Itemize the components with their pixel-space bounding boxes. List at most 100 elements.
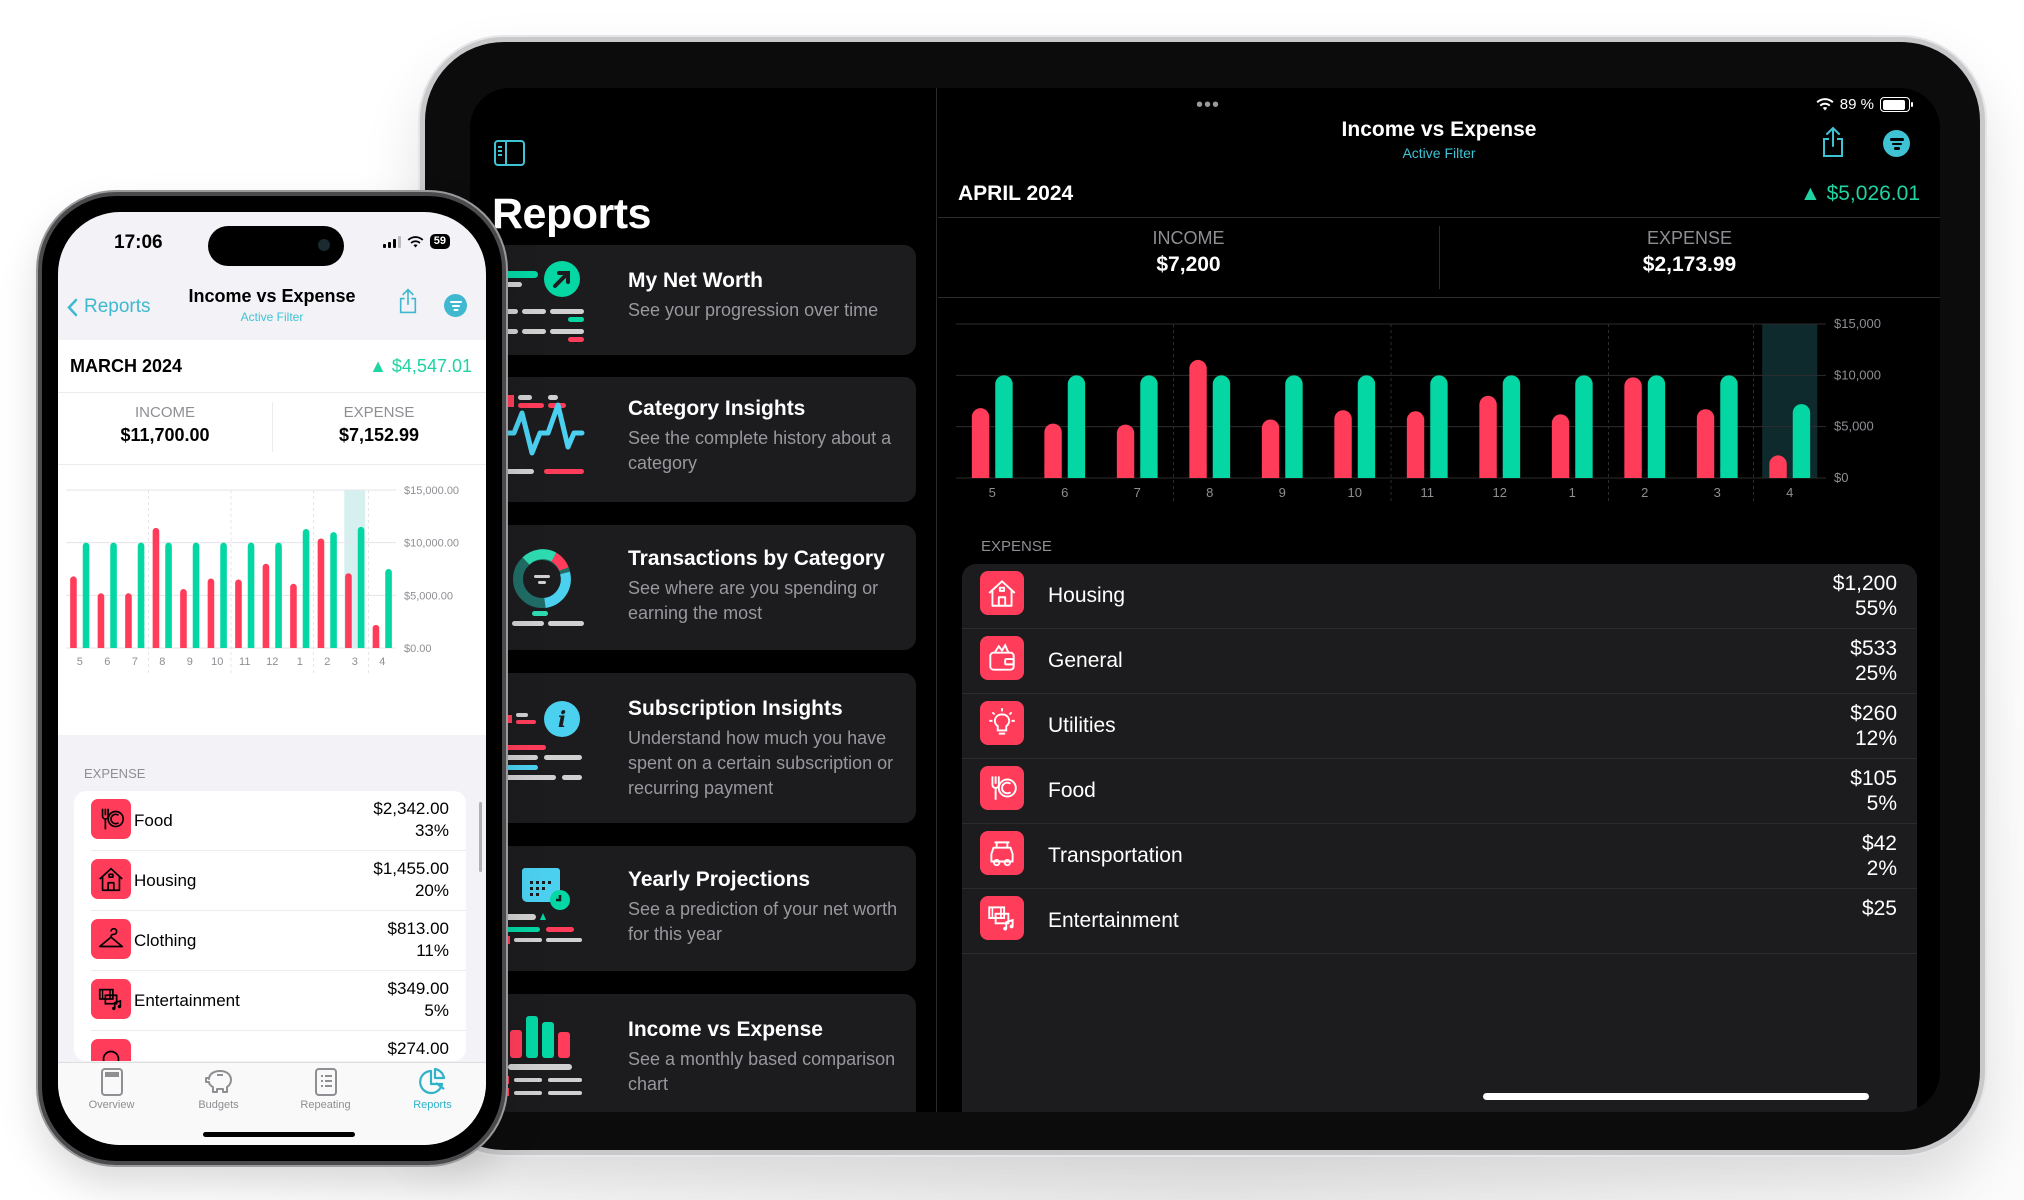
tab-reports[interactable]: Reports (379, 1067, 486, 1111)
expense-bar (1189, 359, 1207, 478)
expense-bar-base (1116, 469, 1135, 478)
x-tick-label: 7 (132, 656, 138, 668)
home-indicator (1483, 1093, 1869, 1100)
income-value: $11,700.00 (120, 425, 210, 445)
income-bar (1575, 375, 1593, 478)
expense-row-clothing[interactable]: Clothing $813.00 11% (74, 911, 466, 971)
expense-bar-base (1406, 469, 1425, 478)
month-label: MARCH 2024 (70, 356, 183, 376)
fork-plate-icon (101, 808, 125, 830)
category-amount: $105 (1850, 767, 1897, 790)
expense-bar-base (345, 644, 352, 648)
net-worth-illustration (504, 261, 584, 342)
report-card-yearly-projections[interactable]: Yearly Projections See a prediction of y… (494, 846, 916, 971)
expense-bar-base (1551, 469, 1570, 478)
x-tick-label: 11 (239, 656, 250, 668)
overview-icon (100, 1068, 123, 1096)
category-icon-tile (980, 571, 1024, 615)
navigation-bar: Reports Income vs Expense Active Filter (58, 274, 486, 340)
tab-budgets[interactable]: Budgets (165, 1067, 272, 1111)
report-card-category-insights[interactable]: Category Insights See the complete histo… (494, 377, 916, 502)
expense-row-entertainment[interactable]: Entertainment $349.00 5% (74, 971, 466, 1031)
sidebar-toggle-icon[interactable] (494, 140, 525, 166)
income-bar (1430, 375, 1448, 478)
tab-label: Budgets (198, 1099, 239, 1111)
expense-list: Food $2,342.00 33% Housing $1,455.00 20%… (74, 791, 466, 1061)
tab-label: Repeating (300, 1099, 351, 1111)
category-name: Housing (1048, 584, 1126, 607)
x-tick-label: 2 (1641, 485, 1648, 500)
expense-bar (1406, 411, 1425, 478)
expense-section-label: EXPENSE (84, 766, 146, 781)
expense-bar (971, 408, 990, 478)
report-card-net-worth[interactable]: My Net Worth See your progression over t… (494, 245, 916, 355)
expense-row-transportation[interactable]: Transportation $42 2% (962, 824, 1917, 889)
report-description: See where are you spending or earning th… (628, 578, 879, 623)
income-bar-base (165, 644, 172, 648)
income-bar (1647, 375, 1666, 478)
x-tick-label: 5 (989, 485, 996, 500)
expense-section-label: EXPENSE (981, 538, 1052, 555)
income-bar-base (1575, 469, 1593, 478)
category-name: Transportation (1048, 844, 1183, 867)
category-amount: $42 (1861, 832, 1897, 855)
tab-overview[interactable]: Overview (58, 1067, 165, 1111)
expense-value: $2,173.99 (1642, 253, 1737, 276)
tab-label: Reports (413, 1099, 452, 1111)
income-bar-base (330, 644, 337, 648)
expense-row-housing[interactable]: Housing $1,200 55% (962, 564, 1917, 629)
report-card-subscription-insights[interactable]: i Subscription Insights Understand how m… (494, 673, 916, 823)
expense-row-utilities[interactable]: Utilities $260 12% (962, 694, 1917, 759)
share-icon[interactable] (1821, 126, 1845, 158)
expense-bar (1479, 395, 1497, 478)
svg-text:i: i (558, 707, 566, 733)
income-bar (247, 542, 255, 648)
x-tick-label: 1 (297, 656, 303, 668)
income-bar-base (385, 644, 392, 648)
income-bar (385, 569, 392, 648)
expense-row-general[interactable]: General $533 25% (962, 629, 1917, 694)
scrollbar[interactable] (479, 802, 482, 872)
income-bar-base (247, 644, 255, 648)
expense-bar-base (262, 644, 270, 648)
expense-bar-base (97, 644, 105, 648)
battery-icon: 59 (429, 234, 450, 249)
active-filter-link[interactable]: Active Filter (58, 310, 486, 324)
category-amount: $2,342.00 (373, 799, 449, 818)
income-expense-chart[interactable]: $0.00 $5,000.00 $10,000.00 $15,000.00 5 6 7 8 9 1… (66, 478, 476, 678)
tab-repeating[interactable]: Repeating (272, 1067, 379, 1111)
filter-icon[interactable] (1883, 130, 1910, 157)
filter-icon[interactable] (444, 294, 467, 317)
income-expense-chart[interactable]: $0$5,000$10,000$15,0005 6 7 8 9 10 11 12 1 2 3 4 (956, 308, 1936, 508)
expense-total: EXPENSE $2,173.99 (1439, 228, 1940, 277)
category-icon-tile (91, 979, 131, 1019)
expense-bar-base (1696, 469, 1715, 478)
x-tick-label: 4 (379, 656, 385, 668)
calendar-illustration (504, 868, 582, 944)
y-tick-label: $15,000 (1834, 316, 1881, 331)
expense-row-housing[interactable]: Housing $1,455.00 20% (74, 851, 466, 911)
expense-value: $7,152.99 (338, 425, 420, 445)
expense-row-partial[interactable]: $274.00 (74, 1031, 466, 1061)
income-bar (275, 542, 282, 648)
category-icon-tile (91, 859, 131, 899)
sidebar: Reports My Net Worth See your progressio… (470, 88, 937, 1112)
share-icon[interactable] (398, 288, 418, 314)
category-amount: $813.00 (387, 919, 449, 938)
expense-row-food[interactable]: Food $105 5% (962, 759, 1917, 824)
category-icon-tile (91, 1039, 131, 1061)
expense-bar-base (235, 644, 242, 648)
expense-row-food[interactable]: Food $2,342.00 33% (74, 791, 466, 851)
active-filter-link[interactable]: Active Filter (938, 145, 1940, 161)
wallet-icon (989, 643, 1015, 671)
category-icon (102, 1050, 120, 1061)
report-card-transactions-by-category[interactable]: Transactions by Category See where are y… (494, 525, 916, 650)
expense-row-entertainment[interactable]: Entertainment $25 (962, 889, 1917, 954)
expense-bar (207, 578, 215, 648)
category-percent: 5% (424, 1001, 449, 1020)
wifi-icon (407, 235, 424, 248)
expense-bar-base (1624, 469, 1642, 478)
income-bar-base (357, 644, 365, 648)
report-title: My Net Worth (628, 269, 763, 292)
report-card-income-vs-expense[interactable]: Income vs Expense See a monthly based co… (494, 994, 916, 1112)
